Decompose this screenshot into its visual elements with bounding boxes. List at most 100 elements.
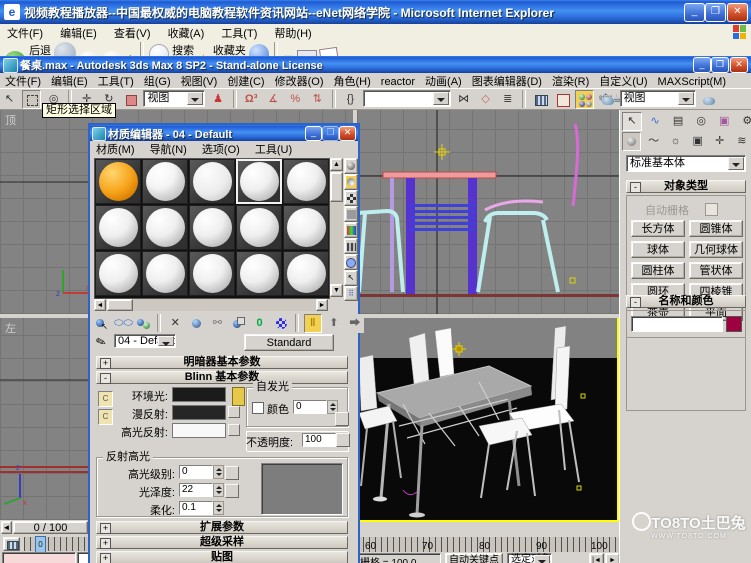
ambient-color-swatch[interactable] [172, 387, 226, 402]
quick-render-icon[interactable] [699, 90, 718, 109]
create-cone-button[interactable]: 圆锥体 [689, 220, 743, 237]
tab-utilities[interactable]: ⚙ [737, 112, 751, 131]
track-bar[interactable] [24, 537, 88, 551]
select-and-manipulate-icon[interactable]: ♟ [209, 90, 228, 109]
ie-close-button[interactable]: ✕ [727, 3, 748, 22]
pick-material-eyedropper-icon[interactable]: ✎ [94, 334, 108, 351]
create-sphere-button[interactable]: 球体 [631, 241, 685, 258]
material-sample-slot-6[interactable] [95, 205, 141, 250]
rectangular-selection-region-icon[interactable] [22, 90, 41, 109]
material-sample-slot-14[interactable] [236, 251, 282, 296]
selection-filter-dropdown[interactable]: 视图 [143, 90, 205, 107]
create-geosphere-button[interactable]: 几何球体 [689, 241, 743, 258]
rollout-supersampling[interactable]: +超级采样 [96, 536, 348, 549]
self-illumination-spinner[interactable]: 0 [293, 400, 338, 414]
create-box-button[interactable]: 长方体 [631, 220, 685, 237]
rollout-blinn-basic[interactable]: -Blinn 基本参数 [96, 371, 348, 384]
material-editor-options-icon[interactable] [344, 254, 358, 270]
me-minimize-button[interactable]: _ [305, 126, 322, 141]
put-material-to-scene-icon[interactable]: ⬭⬭ [113, 314, 131, 333]
sample-uv-tiling-icon[interactable] [344, 206, 358, 222]
rollout-shader-basic[interactable]: +明暗器基本参数 [96, 356, 348, 369]
opacity-map-button[interactable] [336, 433, 350, 447]
select-and-scale-icon[interactable] [121, 90, 140, 109]
curve-editor-icon[interactable] [531, 90, 550, 109]
rollout-maps[interactable]: +贴图 [96, 551, 348, 563]
max-menu-edit[interactable]: 编辑(E) [46, 73, 93, 89]
me-menu-navigation[interactable]: 导航(N) [144, 141, 193, 157]
key-filters-dropdown[interactable]: 选定对象 [507, 553, 552, 563]
category-geometry[interactable] [622, 132, 641, 151]
category-shapes[interactable]: 〜 [644, 132, 663, 151]
snap-toggle-3d-icon[interactable]: Ω³ [242, 90, 261, 109]
material-sample-slot-15[interactable] [283, 251, 329, 296]
material-sample-slot-13[interactable] [189, 251, 235, 296]
material-sample-slot-4[interactable] [236, 159, 282, 204]
material-sample-slot-9[interactable] [236, 205, 282, 250]
object-color-swatch[interactable] [726, 316, 742, 332]
max-menu-character[interactable]: 角色(H) [329, 73, 376, 89]
go-forward-to-sibling-icon[interactable]: ⮕ [346, 314, 364, 333]
rollout-object-type[interactable]: -对象类型 [626, 180, 746, 193]
auto-key-button[interactable]: 自动关键点 [445, 553, 503, 563]
material-sample-slot-3[interactable] [189, 159, 235, 204]
me-menu-utilities[interactable]: 工具(U) [249, 141, 298, 157]
max-minimize-button[interactable]: _ [693, 57, 711, 73]
material-id-channel-icon[interactable]: 0 [251, 314, 269, 333]
select-object-icon[interactable]: ↖ [0, 90, 19, 109]
tab-motion[interactable]: ◎ [691, 112, 711, 131]
max-titlebar[interactable]: 餐桌.max - Autodesk 3ds Max 8 SP2 - Stand-… [0, 56, 751, 73]
go-to-parent-icon[interactable]: ⬆ [325, 314, 343, 333]
autogrid-checkbox[interactable] [705, 203, 718, 216]
lock-ambient-diffuse-icon[interactable]: C [98, 391, 113, 407]
create-tube-button[interactable]: 管状体 [689, 262, 743, 279]
specular-map-button[interactable] [228, 424, 240, 436]
max-menu-rendering[interactable]: 渲染(R) [547, 73, 594, 89]
material-sample-slot-8[interactable] [189, 205, 235, 250]
max-menu-customize[interactable]: 自定义(U) [594, 73, 652, 89]
timeline-ruler[interactable]: 60 70 80 90 100 [357, 537, 619, 552]
object-name-input[interactable] [631, 316, 723, 332]
category-lights[interactable]: ☼ [666, 132, 685, 151]
tab-create[interactable]: ↖ [622, 112, 642, 131]
show-end-result-icon[interactable]: ‖ [304, 314, 322, 333]
me-close-button[interactable]: ✕ [339, 126, 356, 141]
video-color-check-icon[interactable] [344, 222, 358, 238]
material-editor-titlebar[interactable]: 材质编辑器 - 04 - Default _ ❐ ✕ [90, 125, 358, 141]
material-editor-icon[interactable] [575, 90, 594, 109]
select-by-material-icon[interactable]: ↖ [344, 270, 358, 286]
max-menu-create[interactable]: 创建(C) [222, 73, 269, 89]
category-cameras[interactable]: ▣ [688, 132, 707, 151]
sample-vertical-scrollbar[interactable]: ▲ ▼ [330, 158, 343, 297]
rollout-extended-parameters[interactable]: +扩展参数 [96, 521, 348, 534]
sample-type-icon[interactable] [344, 158, 358, 174]
material-sample-slot-2[interactable] [142, 159, 188, 204]
align-icon[interactable]: ◇ [476, 90, 495, 109]
show-map-in-viewport-icon[interactable] [272, 314, 290, 333]
reset-map-icon[interactable]: ✕ [166, 314, 184, 333]
ambient-diffuse-lock-icon[interactable] [232, 387, 245, 406]
get-material-icon[interactable]: ↖ [92, 314, 110, 333]
spinner-snap-icon[interactable]: ⇅ [308, 90, 327, 109]
max-menu-modifiers[interactable]: 修改器(O) [270, 73, 329, 89]
tab-modify[interactable]: ∿ [645, 112, 665, 131]
named-selection-dropdown[interactable] [363, 90, 451, 107]
open-mini-curve-editor-button[interactable] [3, 537, 20, 551]
layer-manager-icon[interactable]: ≣ [498, 90, 517, 109]
go-to-start-button[interactable]: |◄ [589, 553, 604, 563]
material-sample-slot-1[interactable] [95, 159, 141, 204]
material-sample-slot-7[interactable] [142, 205, 188, 250]
mirror-icon[interactable]: ⋈ [454, 90, 473, 109]
material-sample-slot-12[interactable] [142, 251, 188, 296]
sample-horizontal-scrollbar[interactable]: ◄ ► [94, 299, 328, 311]
ie-media-icon[interactable] [249, 44, 269, 56]
named-selection-sets-icon[interactable]: {} [341, 90, 360, 109]
max-menu-graph-editors[interactable]: 图表编辑器(D) [467, 73, 547, 89]
ie-search-icon[interactable] [149, 44, 169, 56]
tab-hierarchy[interactable]: ▤ [668, 112, 688, 131]
ie-titlebar[interactable]: e 视频教程播放器--中国最权威的电脑教程软件资讯网站--eNet网络学院 - … [0, 0, 751, 24]
max-menu-file[interactable]: 文件(F) [0, 73, 46, 89]
specular-level-map-button[interactable] [225, 466, 239, 480]
make-preview-icon[interactable] [344, 238, 358, 254]
lock-diffuse-specular-icon[interactable]: C [98, 409, 113, 425]
